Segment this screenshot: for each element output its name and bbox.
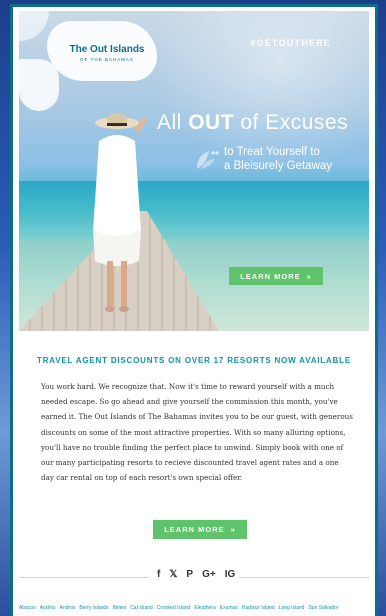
island-links: Abacos Acklins Andros Berry Islands Bimi… xyxy=(19,605,375,611)
sea xyxy=(19,181,369,241)
subheadline: to Treat Yourself to a Bleisurely Getawa… xyxy=(224,145,369,173)
island-link[interactable]: Long Island xyxy=(279,605,305,611)
island-link[interactable]: Berry Islands xyxy=(79,605,108,611)
island-link[interactable]: Abacos xyxy=(19,605,36,611)
headline-emphasis: OUT xyxy=(188,111,235,134)
body-learn-more-button[interactable]: LEARN MORE » xyxy=(153,520,247,539)
subhead-line-1: to Treat Yourself to xyxy=(224,146,320,158)
google-plus-icon[interactable]: G+ xyxy=(202,569,216,580)
logo-subtitle: OF THE BAHAMAS xyxy=(80,57,134,62)
headline-suffix: of Excuses xyxy=(234,111,349,134)
hero-banner[interactable]: The Out Islands OF THE BAHAMAS #GETOUTHE… xyxy=(19,11,369,331)
instagram-icon[interactable]: IG xyxy=(225,569,236,580)
island-link[interactable]: Bimini xyxy=(113,605,127,611)
headline-prefix: All xyxy=(157,111,189,134)
headline: All OUT of Excuses xyxy=(157,111,348,135)
chevron-right-icon: » xyxy=(230,525,236,534)
hashtag: #GETOUTHERE xyxy=(250,38,331,48)
logo-petal-shape xyxy=(19,11,49,41)
island-link[interactable]: Crooked Island xyxy=(157,605,191,611)
island-link[interactable]: Eleuthera xyxy=(194,605,215,611)
island-link[interactable]: Cat Island xyxy=(130,605,153,611)
pinterest-icon[interactable]: P xyxy=(186,569,193,580)
facebook-icon[interactable]: f xyxy=(157,569,160,580)
body-paragraph: You work hard. We recognize that. Now it… xyxy=(41,382,353,483)
email-frame: The Out Islands OF THE BAHAMAS #GETOUTHE… xyxy=(10,4,378,616)
island-link[interactable]: San Salvador xyxy=(308,605,338,611)
divider xyxy=(19,577,149,578)
button-label: LEARN MORE xyxy=(240,271,301,281)
chevron-right-icon: » xyxy=(306,271,312,281)
section-title: TRAVEL AGENT DISCOUNTS ON OVER 17 RESORT… xyxy=(37,356,351,365)
divider xyxy=(239,577,369,578)
woman-figure xyxy=(93,113,147,312)
logo-petal-shape xyxy=(19,59,59,111)
logo-title: The Out Islands xyxy=(69,44,145,55)
twitter-icon[interactable]: 𝕏 xyxy=(169,569,177,580)
leaf-icon xyxy=(197,151,219,169)
button-label: LEARN MORE xyxy=(164,525,225,534)
subhead-line-2: a Bleisurely Getaway xyxy=(224,160,333,172)
island-link[interactable]: Exumas xyxy=(220,605,238,611)
island-link[interactable]: Acklins xyxy=(40,605,56,611)
brand-logo[interactable]: The Out Islands OF THE BAHAMAS xyxy=(19,11,159,121)
social-links: f 𝕏 P G+ IG xyxy=(157,569,235,580)
island-link[interactable]: Harbour Island xyxy=(242,605,275,611)
hero-learn-more-button[interactable]: LEARN MORE » xyxy=(229,267,323,285)
island-link[interactable]: Andros xyxy=(60,605,76,611)
